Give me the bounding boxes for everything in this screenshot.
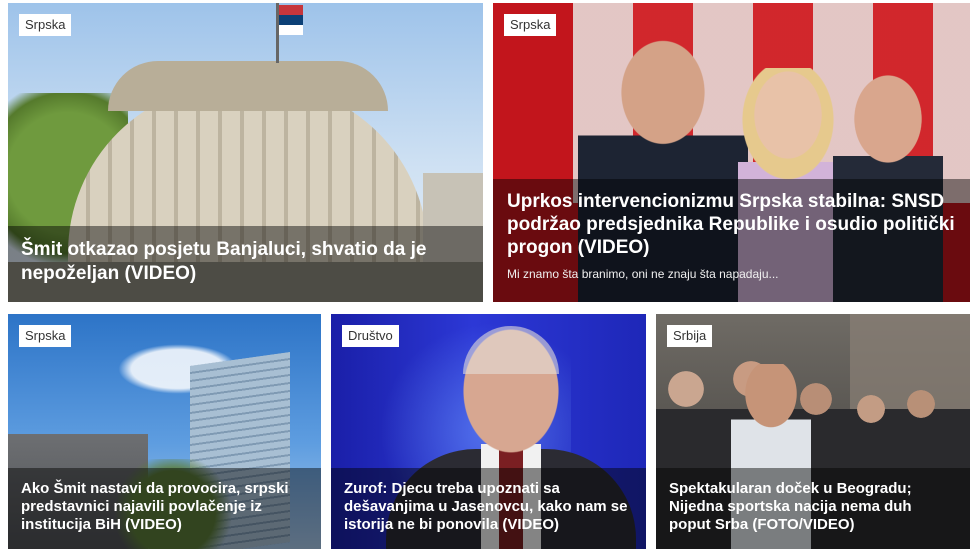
card-title[interactable]: Zurof: Djecu treba upoznati sa dešavanji… xyxy=(344,480,633,534)
card-caption: Zurof: Djecu treba upoznati sa dešavanji… xyxy=(331,468,646,549)
news-card-zuroff-jasenovac[interactable]: Društvo Zurof: Djecu treba upoznati sa d… xyxy=(331,314,646,549)
card-caption: Ako Šmit nastavi da provocira, srpski pr… xyxy=(8,468,321,549)
category-badge[interactable]: Srbija xyxy=(667,325,713,347)
category-badge[interactable]: Srpska xyxy=(19,325,72,347)
category-badge[interactable]: Srpska xyxy=(504,14,557,36)
card-caption: Uprkos intervencionizmu Srpska stabilna:… xyxy=(493,179,970,302)
category-badge[interactable]: Srpska xyxy=(19,14,72,36)
card-title[interactable]: Šmit otkazao posjetu Banjaluci, shvatio … xyxy=(21,238,470,286)
card-title[interactable]: Uprkos intervencionizmu Srpska stabilna:… xyxy=(507,190,956,259)
news-card-snsd-support[interactable]: Srpska Uprkos intervencionizmu Srpska st… xyxy=(493,3,970,302)
news-card-smit-banjaluka[interactable]: Srpska Šmit otkazao posjetu Banjaluci, s… xyxy=(8,3,483,302)
card-caption: Šmit otkazao posjetu Banjaluci, shvatio … xyxy=(8,226,483,302)
category-badge[interactable]: Društvo xyxy=(342,325,399,347)
card-title[interactable]: Ako Šmit nastavi da provocira, srpski pr… xyxy=(21,480,308,534)
card-caption: Spektakularan doček u Beogradu; Nijedna … xyxy=(656,468,970,549)
card-title[interactable]: Spektakularan doček u Beogradu; Nijedna … xyxy=(669,480,957,534)
news-card-belgrade-welcome[interactable]: Srbija Spektakularan doček u Beogradu; N… xyxy=(656,314,970,549)
news-card-smit-provocation[interactable]: Srpska Ako Šmit nastavi da provocira, sr… xyxy=(8,314,321,549)
card-subtitle: Mi znamo šta branimo, oni ne znaju šta n… xyxy=(507,267,779,281)
